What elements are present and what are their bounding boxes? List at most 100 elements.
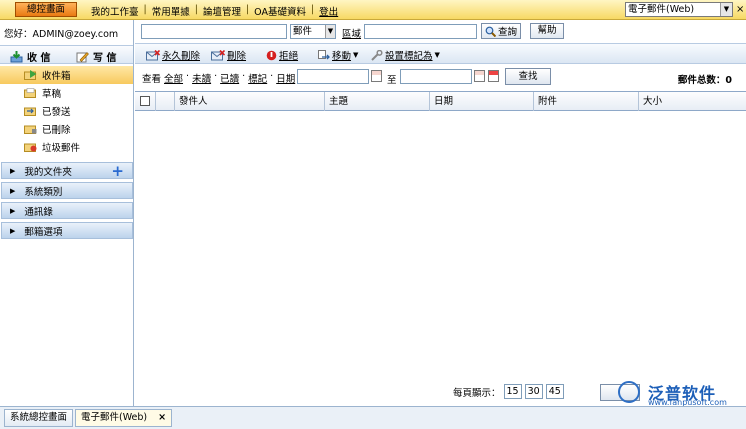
menu-oa-basic-data[interactable]: OA基礎資料 [249,4,311,18]
mail-grid-header: 發件人 主題 日期 附件 大小 [135,91,746,111]
section-label: 郵箱選項 [24,226,63,238]
caret-right-icon: ▶ [10,166,16,175]
filter-read[interactable]: 已讀 [220,71,239,85]
page-size-30[interactable]: 30 [524,384,543,399]
query-button[interactable]: 查詢 [481,23,521,39]
section-address-book[interactable]: ▶ 通訊錄 [1,202,133,219]
help-button[interactable]: 幫助 [530,23,564,39]
column-date[interactable]: 日期 [430,92,534,111]
move-button[interactable]: 移動 ▼ [318,48,358,62]
caret-down-icon: ▼ [434,51,440,59]
reject-label: 拒絕 [279,51,299,62]
folder-drafts[interactable]: 草稿 [0,84,133,102]
main-panel: 郵件 ▼ 區域 查詢 幫助 永久刪除 刪除 拒絕 移動 ▼ 設置標記為 ▼ 查看… [135,20,746,406]
date-from-input[interactable] [297,69,369,84]
tab-label: 電子郵件(Web) [81,412,148,423]
calendar-icon[interactable] [474,70,485,82]
menu-common-documents[interactable]: 常用單據 [147,4,195,18]
delete-button[interactable]: 刪除 [211,48,246,62]
page-size-45[interactable]: 45 [545,384,564,399]
reject-button[interactable]: 拒絕 [266,48,298,62]
column-sender[interactable]: 發件人 [175,92,325,111]
mail-toolbar: 永久刪除 刪除 拒絕 移動 ▼ 設置標記為 ▼ [135,43,746,64]
compose-mail-label: 写 信 [93,53,117,64]
search-icon [485,26,496,37]
sidebar: 您好：ADMIN@zoey.com 收 信 写 信 收件箱 草稿 已發送 已刪除… [0,20,134,406]
inbox-download-icon [10,50,23,62]
section-mailbox-options[interactable]: ▶ 郵箱選項 [1,222,133,239]
flag-column [156,92,175,111]
home-button[interactable]: 總控畫面 [15,2,77,17]
per-page-label: 每頁顯示： [453,387,501,399]
chevron-down-icon[interactable]: ▼ [720,3,732,16]
menu-my-workbench[interactable]: 我的工作臺 [86,4,144,18]
envelope-delete-icon [211,49,225,60]
section-label: 我的文件夾 [24,166,72,178]
folder-inbox[interactable]: 收件箱 [0,66,133,84]
compose-mail-button[interactable]: 写 信 [76,49,116,64]
column-attachment[interactable]: 附件 [534,92,639,111]
envelope-delete-icon [146,49,160,60]
app-select[interactable]: 電子郵件(Web) ▼ [625,2,733,17]
delete-label: 刪除 [227,51,247,62]
compose-icon [76,51,89,62]
filter-marked[interactable]: 標記 [248,71,267,85]
filter-unread[interactable]: 未讀 [192,71,211,85]
column-subject[interactable]: 主題 [325,92,430,111]
search-keyword-input[interactable] [141,24,287,39]
select-all-cell [135,92,156,111]
folder-label: 已發送 [42,107,71,118]
folder-sent[interactable]: 已發送 [0,102,133,120]
calendar-clear-icon[interactable] [488,70,499,82]
tab-label: 系統總控畫面 [10,412,68,423]
tab-email-web[interactable]: 電子郵件(Web) × [75,409,173,427]
permanent-delete-button[interactable]: 永久刪除 [146,48,200,62]
receive-mail-label: 收 信 [27,53,51,64]
select-all-checkbox[interactable] [140,96,150,106]
column-size[interactable]: 大小 [639,92,746,111]
set-mark-button[interactable]: 設置標記為 ▼ [371,48,440,62]
calendar-icon[interactable] [371,70,382,82]
receive-mail-button[interactable]: 收 信 [10,49,50,64]
find-button[interactable]: 查找 [505,68,551,85]
caret-right-icon: ▶ [10,206,16,215]
set-mark-label: 設置標記為 [385,51,433,62]
date-to-input[interactable] [400,69,472,84]
area-input[interactable] [364,24,477,39]
area-link[interactable]: 區域 [342,26,361,40]
sent-folder-icon [24,107,36,116]
folder-label: 草稿 [42,89,62,100]
top-menu-bar: 總控畫面 我的工作臺 | 常用單據 | 論壇管理 | OA基礎資料 | 登出 電… [0,0,746,20]
section-my-folders[interactable]: ▶ 我的文件夾 + [1,162,133,180]
caret-right-icon: ▶ [10,226,16,235]
section-label: 系統類別 [24,186,63,198]
folder-label: 垃圾郵件 [42,143,81,154]
close-icon[interactable]: × [736,3,745,16]
chevron-down-icon[interactable]: ▼ [325,25,335,38]
folder-spam[interactable]: 垃圾郵件 [0,138,133,156]
sidebar-actions: 收 信 写 信 [0,45,133,64]
page-size-15[interactable]: 15 [503,384,522,399]
brand-logo-icon [618,381,640,403]
folder-deleted[interactable]: 已刪除 [0,120,133,138]
close-tab-icon[interactable]: × [158,412,166,423]
search-row: 郵件 ▼ 區域 查詢 幫助 [135,20,746,42]
mail-total: 郵件总数：0 [677,75,732,86]
search-type-value: 郵件 [293,26,313,37]
add-folder-icon[interactable]: + [111,162,124,180]
watermark: 泛普软件 www.fanpusoft.com [612,380,746,407]
reject-icon [266,50,277,60]
section-system-categories[interactable]: ▶ 系統類別 [1,182,133,199]
filter-row: 查看 全部 · 未讀 · 已讀 · 標記 · 日期 至 查找 郵件总数：0 [135,66,746,88]
filter-date[interactable]: 日期 [276,71,295,85]
filter-all[interactable]: 全部 [164,71,183,85]
permanent-delete-label: 永久刪除 [162,51,201,62]
search-type-select[interactable]: 郵件 ▼ [290,24,336,39]
query-label: 查詢 [497,27,517,38]
spam-folder-icon [24,143,37,152]
tab-system-control[interactable]: 系統總控畫面 [4,409,74,427]
menu-logout[interactable]: 登出 [314,4,343,18]
move-icon [318,49,330,59]
view-filter: 查看 全部 · 未讀 · 已讀 · 標記 · 日期 [142,71,296,85]
menu-forum-management[interactable]: 論壇管理 [198,4,246,18]
